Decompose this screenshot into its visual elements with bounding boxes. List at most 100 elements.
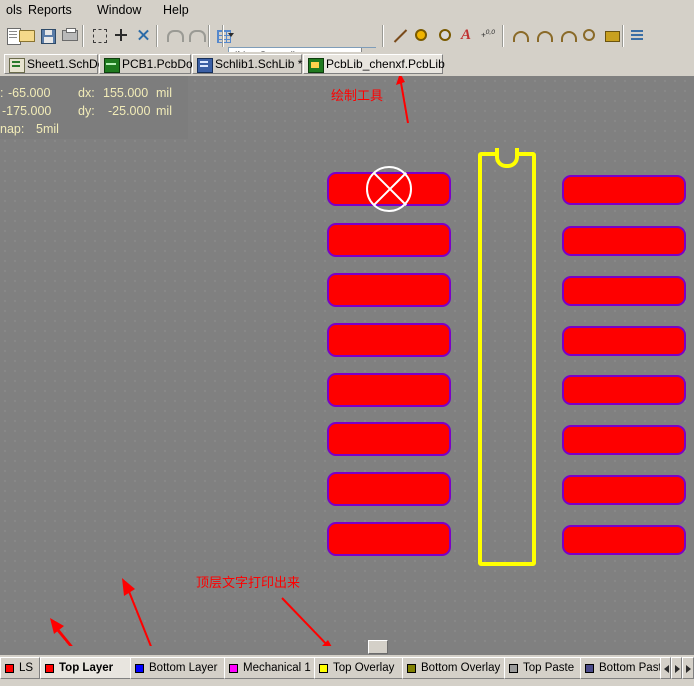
doc-tab-label: PCB1.PcbDoc bbox=[122, 57, 199, 71]
line-icon bbox=[391, 27, 407, 43]
status-dy-value: -25.000 bbox=[108, 104, 151, 118]
layer-tab-bottom-layer[interactable]: Bottom Layer bbox=[130, 657, 226, 679]
pcb-library-canvas[interactable]: 绘制工具 顶层文字打印出来 bbox=[0, 76, 694, 646]
save-button[interactable] bbox=[36, 24, 58, 46]
text-A-icon: A bbox=[461, 27, 472, 43]
layer-tab-label: Mechanical 1 bbox=[243, 662, 311, 674]
line-tool-button[interactable] bbox=[388, 24, 410, 46]
menu-reports[interactable]: Reports bbox=[22, 2, 78, 18]
annotation-arrow-bottom-layer-tab bbox=[118, 576, 164, 646]
folder-open-icon bbox=[17, 27, 35, 43]
layer-tab-ls[interactable]: LS bbox=[0, 657, 40, 679]
via-icon bbox=[437, 27, 453, 43]
toolbar-separator-6 bbox=[502, 25, 504, 47]
grid-dropdown-button[interactable] bbox=[206, 24, 236, 46]
layer-color-swatch bbox=[319, 664, 328, 673]
layer-color-swatch bbox=[229, 664, 238, 673]
doc-tab-pcb1[interactable]: PCB1.PcbDoc bbox=[99, 54, 199, 74]
layer-tab-bottom-paste[interactable]: Bottom Paste bbox=[580, 657, 670, 679]
pad-right-3[interactable] bbox=[562, 276, 686, 306]
full-circle-tool-button[interactable] bbox=[578, 24, 600, 46]
pad-right-8[interactable] bbox=[562, 525, 686, 555]
status-x-label: : bbox=[0, 86, 4, 100]
toolbar-separator-1 bbox=[82, 25, 84, 47]
pad-right-2[interactable] bbox=[562, 226, 686, 256]
select-area-button[interactable] bbox=[88, 24, 110, 46]
arc-any-angle-tool-button[interactable] bbox=[556, 24, 578, 46]
annotation-top-layer-text: 顶层文字打印出来 bbox=[196, 575, 301, 590]
pad-right-7[interactable] bbox=[562, 475, 686, 505]
pad-left-6[interactable] bbox=[327, 422, 451, 456]
doc-tab-label: Sheet1.SchDoc bbox=[27, 57, 111, 71]
pad-left-8[interactable] bbox=[327, 522, 451, 556]
grid-dots bbox=[0, 76, 694, 646]
pad-right-4[interactable] bbox=[562, 326, 686, 356]
toolbar-separator-4 bbox=[222, 25, 224, 47]
undo-arrow-icon bbox=[165, 27, 184, 43]
annotation-arrow-top-layer-tab bbox=[48, 596, 88, 646]
coordinate-tool-button[interactable]: +0,0 bbox=[478, 24, 500, 46]
menu-window[interactable]: Window bbox=[91, 2, 147, 18]
arc-edge-tool-button[interactable] bbox=[532, 24, 554, 46]
toolbar-separator-7 bbox=[622, 25, 624, 47]
pad-left-3[interactable] bbox=[327, 273, 451, 307]
pad-right-5[interactable] bbox=[562, 375, 686, 405]
move-cross-icon bbox=[113, 27, 129, 43]
pad-left-7[interactable] bbox=[327, 472, 451, 506]
rectangle-fill-icon bbox=[603, 27, 620, 43]
pad-right-1[interactable] bbox=[562, 175, 686, 205]
toolbar-separator-2 bbox=[156, 25, 158, 47]
doc-tab-pcblib-chenxf[interactable]: PcbLib_chenxf.PcbLib bbox=[303, 54, 445, 74]
pad-left-4[interactable] bbox=[327, 323, 451, 357]
outline-body bbox=[478, 152, 536, 566]
fill-tool-button[interactable] bbox=[600, 24, 622, 46]
layer-color-swatch bbox=[5, 664, 14, 673]
layer-tab-label: Top Overlay bbox=[333, 662, 395, 674]
pad-right-6[interactable] bbox=[562, 425, 686, 455]
doc-tab-sheet1[interactable]: Sheet1.SchDoc bbox=[4, 54, 110, 74]
main-toolbar: (Not Saved) A +0,0 bbox=[0, 20, 694, 65]
move-button[interactable] bbox=[110, 24, 132, 46]
printer-icon bbox=[61, 27, 78, 43]
layer-color-swatch bbox=[509, 664, 518, 673]
undo-button[interactable] bbox=[162, 24, 184, 46]
pad-tool-button[interactable] bbox=[410, 24, 432, 46]
arc-icon bbox=[511, 27, 529, 43]
status-y-value: -175.000 bbox=[2, 104, 52, 118]
horizontal-scroll-thumb[interactable] bbox=[368, 640, 388, 654]
layer-tab-mechanical-1[interactable]: Mechanical 1 bbox=[224, 657, 316, 679]
status-dy-label: dy: bbox=[78, 104, 95, 118]
string-tool-button[interactable]: A bbox=[456, 24, 478, 46]
layer-tab-top-overlay[interactable]: Top Overlay bbox=[314, 657, 404, 679]
layer-tab-label: Bottom Layer bbox=[149, 662, 218, 674]
status-dx-value: 155.000 bbox=[103, 86, 149, 100]
menu-bar: ols Reports Window Help bbox=[0, 0, 694, 21]
top-overlay-outline[interactable] bbox=[478, 146, 536, 566]
menu-help[interactable]: Help bbox=[157, 2, 195, 18]
open-document-button[interactable] bbox=[14, 24, 36, 46]
via-tool-button[interactable] bbox=[434, 24, 456, 46]
layer-tab-label: Top Layer bbox=[59, 662, 114, 674]
layer-tab-bottom-overlay[interactable]: Bottom Overlay bbox=[402, 657, 506, 679]
spacer-hidden bbox=[186, 24, 208, 46]
arc-center-tool-button[interactable] bbox=[508, 24, 530, 46]
deselect-button[interactable] bbox=[132, 24, 154, 46]
layer-tab-top-layer[interactable]: Top Layer bbox=[40, 657, 132, 679]
layer-scroll-right-button[interactable] bbox=[671, 657, 682, 679]
pad-left-2[interactable] bbox=[327, 223, 451, 257]
doc-tab-label: PcbLib_chenxf.PcbLib bbox=[326, 57, 445, 71]
layer-scroll-end-button[interactable] bbox=[682, 657, 694, 679]
marquee-select-icon bbox=[91, 27, 107, 43]
layer-scroll-left-button[interactable] bbox=[660, 657, 671, 679]
arc-icon bbox=[535, 27, 553, 43]
doc-tab-schlib1[interactable]: Schlib1.SchLib * bbox=[192, 54, 302, 74]
status-x-value: -65.000 bbox=[8, 86, 51, 100]
document-tab-bar: Sheet1.SchDoc PCB1.PcbDoc Schlib1.SchLib… bbox=[0, 52, 694, 76]
paste-array-button[interactable] bbox=[626, 24, 648, 46]
pad-left-5[interactable] bbox=[327, 373, 451, 407]
outline-notch bbox=[495, 148, 519, 168]
print-button[interactable] bbox=[58, 24, 80, 46]
clear-selection-icon bbox=[135, 27, 151, 43]
schematic-doc-icon bbox=[9, 58, 25, 73]
layer-tab-top-paste[interactable]: Top Paste bbox=[504, 657, 582, 679]
